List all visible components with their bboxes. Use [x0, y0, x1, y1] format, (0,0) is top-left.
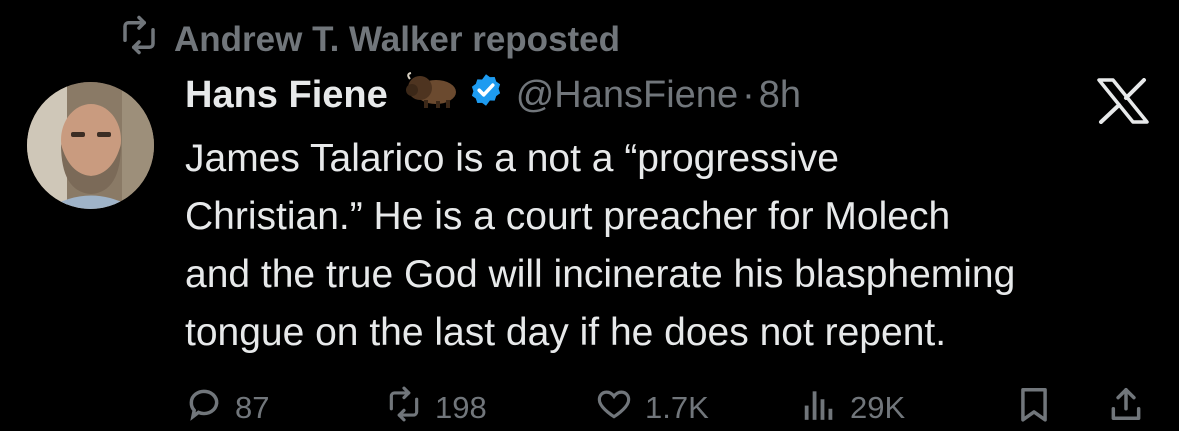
tweet-header: Hans Fiene @HansFiene · 8h [185, 70, 801, 120]
repost-indicator[interactable]: Andrew T. Walker reposted [118, 14, 620, 65]
author-name[interactable]: Hans Fiene [185, 74, 388, 117]
action-bar: 87 198 1.7K 29K [185, 385, 1165, 430]
bookmark-button[interactable] [1015, 385, 1053, 431]
reply-count: 87 [235, 390, 270, 425]
heart-icon [595, 385, 633, 431]
repost-icon [385, 385, 423, 431]
x-logo-icon [1097, 78, 1149, 124]
reply-icon [185, 385, 223, 431]
author-handle[interactable]: @HansFiene [516, 74, 738, 117]
tweet-line: and the true God will incinerate his bla… [185, 253, 1016, 296]
views-chart-icon [800, 385, 838, 431]
views-button[interactable]: 29K [800, 385, 905, 431]
share-button[interactable] [1107, 385, 1145, 431]
tweet-line: James Talarico is a not a “progressive [185, 137, 839, 180]
verified-badge-icon [462, 72, 504, 118]
separator-dot: · [742, 73, 755, 116]
share-icon [1107, 385, 1145, 431]
bookmark-icon [1015, 385, 1053, 431]
repost-button[interactable]: 198 [385, 385, 487, 431]
bison-icon [388, 70, 462, 120]
reply-button[interactable]: 87 [185, 385, 269, 431]
tweet-body: James Talarico is a not a “progressive C… [185, 130, 1165, 362]
repost-count: 198 [435, 390, 487, 425]
tweet-line: Christian.” He is a court preacher for M… [185, 195, 951, 238]
repost-icon [118, 14, 160, 65]
timestamp[interactable]: 8h [759, 74, 801, 117]
views-count: 29K [850, 390, 906, 425]
like-count: 1.7K [645, 390, 709, 425]
avatar[interactable] [27, 82, 154, 209]
repost-label: Andrew T. Walker reposted [174, 19, 621, 59]
like-button[interactable]: 1.7K [595, 385, 709, 431]
tweet-line: tongue on the last day if he does not re… [185, 311, 947, 354]
